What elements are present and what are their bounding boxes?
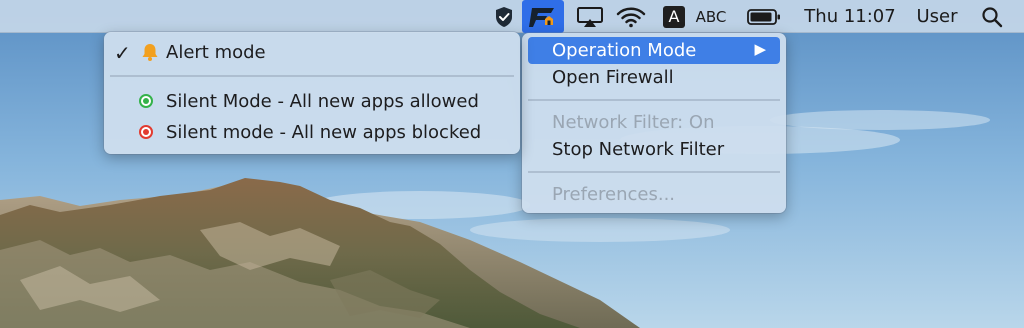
menu-item-operation-mode[interactable]: Operation Mode ▶ bbox=[528, 37, 780, 64]
airplay-icon[interactable] bbox=[572, 0, 608, 33]
input-source-text: ABC bbox=[695, 7, 727, 26]
green-dot-icon bbox=[139, 94, 153, 108]
menu-item-open-firewall[interactable]: Open Firewall bbox=[528, 64, 780, 91]
menu-separator bbox=[110, 75, 514, 77]
bell-icon bbox=[140, 42, 160, 67]
battery-icon[interactable] bbox=[744, 0, 784, 33]
menu-item-alert-mode[interactable]: ✓ Alert mode bbox=[110, 39, 514, 66]
checkmark-icon: ✓ bbox=[114, 41, 131, 65]
firewall-app-menu: Operation Mode ▶ Open Firewall Network F… bbox=[522, 33, 786, 213]
operation-mode-submenu: ✓ Alert mode Silent Mode - All new apps … bbox=[104, 32, 520, 154]
menu-item-label: Operation Mode bbox=[552, 40, 697, 61]
clock[interactable]: Thu 11:07 bbox=[800, 0, 900, 33]
menu-item-label: Preferences... bbox=[552, 184, 676, 205]
firewall-app-icon[interactable] bbox=[522, 0, 564, 33]
clock-text: Thu 11:07 bbox=[804, 6, 896, 27]
menu-item-network-filter-status: Network Filter: On bbox=[528, 109, 780, 136]
menu-item-label: Silent Mode - All new apps allowed bbox=[166, 91, 479, 112]
submenu-arrow-icon: ▶ bbox=[754, 40, 766, 58]
red-dot-icon bbox=[139, 125, 153, 139]
menu-separator bbox=[528, 99, 780, 101]
spotlight-search-icon[interactable] bbox=[978, 0, 1006, 33]
menu-item-label: Alert mode bbox=[166, 42, 266, 63]
menu-bar: A ABC Thu 11:07 User bbox=[0, 0, 1024, 33]
menu-item-preferences: Preferences... bbox=[528, 181, 780, 208]
shield-check-icon[interactable] bbox=[491, 0, 517, 33]
menu-item-label: Open Firewall bbox=[552, 67, 674, 88]
menu-separator bbox=[528, 171, 780, 173]
input-source-icon[interactable]: A bbox=[662, 0, 686, 33]
menu-item-label: Stop Network Filter bbox=[552, 139, 725, 160]
input-source-badge: A bbox=[663, 5, 685, 28]
menu-item-label: Network Filter: On bbox=[552, 112, 715, 133]
menu-item-silent-mode-allowed[interactable]: Silent Mode - All new apps allowed bbox=[110, 88, 514, 115]
menu-item-label: Silent mode - All new apps blocked bbox=[166, 122, 482, 143]
menu-item-silent-mode-blocked[interactable]: Silent mode - All new apps blocked bbox=[110, 119, 514, 146]
input-source-label[interactable]: ABC bbox=[692, 0, 730, 33]
user-menu[interactable]: User bbox=[908, 0, 966, 33]
user-name: User bbox=[916, 6, 958, 27]
menu-item-stop-network-filter[interactable]: Stop Network Filter bbox=[528, 136, 780, 163]
wifi-icon[interactable] bbox=[614, 0, 648, 33]
